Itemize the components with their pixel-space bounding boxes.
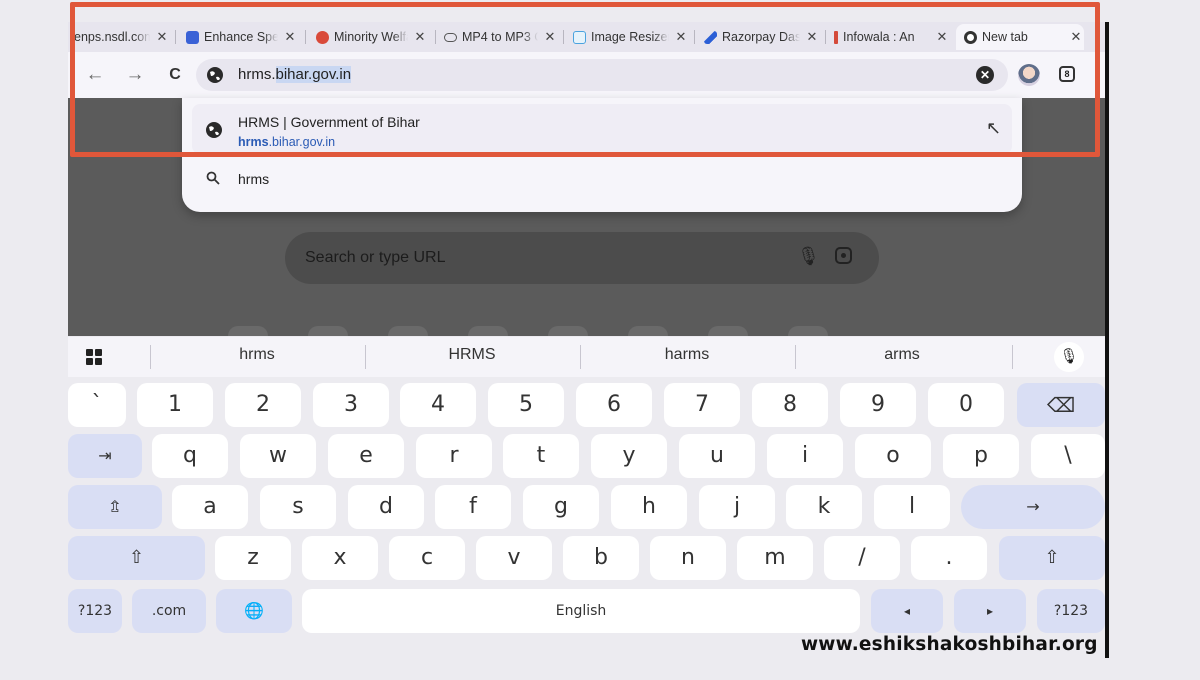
key-w[interactable]: w	[240, 434, 316, 478]
key-j[interactable]: j	[699, 485, 775, 529]
key-i[interactable]: i	[767, 434, 843, 478]
key-v[interactable]: v	[476, 536, 552, 580]
keyboard-suggestion[interactable]: harms	[617, 346, 757, 364]
apps-grid-icon[interactable]	[86, 349, 102, 365]
suggestion-search-hrms[interactable]: hrms	[192, 160, 1012, 200]
key-a[interactable]: a	[172, 485, 248, 529]
key-l[interactable]: l	[874, 485, 950, 529]
key-o[interactable]: o	[855, 434, 931, 478]
space-bar[interactable]: English	[302, 589, 860, 633]
globe-language-icon[interactable]: 🌐	[216, 589, 292, 633]
key-0[interactable]: 0	[928, 383, 1004, 427]
shortcut-tile[interactable]	[388, 326, 428, 336]
key-8[interactable]: 8	[752, 383, 828, 427]
key-1[interactable]: 1	[137, 383, 213, 427]
key-backslash[interactable]: \	[1031, 434, 1105, 478]
key-f[interactable]: f	[435, 485, 511, 529]
shortcut-tile[interactable]	[468, 326, 508, 336]
key-q[interactable]: q	[152, 434, 228, 478]
key-g[interactable]: g	[523, 485, 599, 529]
key-5[interactable]: 5	[488, 383, 564, 427]
key-e[interactable]: e	[328, 434, 404, 478]
shortcut-tile[interactable]	[548, 326, 588, 336]
tab-key[interactable]: ⇥	[68, 434, 142, 478]
key-x[interactable]: x	[302, 536, 378, 580]
key-c[interactable]: c	[389, 536, 465, 580]
key-m[interactable]: m	[737, 536, 813, 580]
keyboard-suggestion[interactable]: arms	[832, 346, 972, 364]
key-7[interactable]: 7	[664, 383, 740, 427]
cursor-left-key[interactable]: ◂	[871, 589, 943, 633]
symbols-key-right[interactable]: ?123	[1037, 589, 1105, 633]
key-y[interactable]: y	[591, 434, 667, 478]
ntp-search-placeholder: Search or type URL	[305, 249, 446, 266]
key-n[interactable]: n	[650, 536, 726, 580]
shortcut-tile[interactable]	[708, 326, 748, 336]
highlight-annotation-box	[70, 2, 1100, 157]
shortcut-tile[interactable]	[788, 326, 828, 336]
ntp-search-box[interactable]: Search or type URL 🎙	[285, 232, 879, 284]
key-t[interactable]: t	[503, 434, 579, 478]
key-4[interactable]: 4	[400, 383, 476, 427]
key-d[interactable]: d	[348, 485, 424, 529]
key-b[interactable]: b	[563, 536, 639, 580]
backspace-key[interactable]: ⌫	[1017, 383, 1105, 427]
symbols-key[interactable]: ?123	[68, 589, 122, 633]
search-icon	[206, 171, 220, 185]
mic-icon[interactable]: 🎙	[797, 246, 820, 267]
caps-lock-key[interactable]: ⇬	[68, 485, 162, 529]
key-s[interactable]: s	[260, 485, 336, 529]
voice-input-icon[interactable]: 🎙	[1054, 342, 1084, 372]
shortcut-tile[interactable]	[628, 326, 668, 336]
keyboard-suggestion-bar: hrms HRMS harms arms 🎙	[68, 337, 1105, 377]
key-r[interactable]: r	[416, 434, 492, 478]
shift-left-key[interactable]: ⇧	[68, 536, 205, 580]
key-9[interactable]: 9	[840, 383, 916, 427]
enter-key[interactable]: →	[961, 485, 1105, 529]
on-screen-keyboard: hrms HRMS harms arms 🎙 ` 1 2 3 4 5 6 7 8…	[68, 337, 1105, 657]
key-period[interactable]: .	[911, 536, 987, 580]
key-2[interactable]: 2	[225, 383, 301, 427]
shortcut-tile[interactable]	[308, 326, 348, 336]
key-u[interactable]: u	[679, 434, 755, 478]
cursor-right-key[interactable]: ▸	[954, 589, 1026, 633]
lens-icon[interactable]	[835, 247, 852, 264]
dotcom-key[interactable]: .com	[132, 589, 206, 633]
key-h[interactable]: h	[611, 485, 687, 529]
watermark-text: www.eshikshakoshbihar.org	[801, 634, 1098, 655]
key-6[interactable]: 6	[576, 383, 652, 427]
key-backtick[interactable]: `	[68, 383, 126, 427]
shift-right-key[interactable]: ⇧	[999, 536, 1105, 580]
search-suggestion-text: hrms	[238, 171, 270, 187]
keyboard-suggestion[interactable]: HRMS	[402, 346, 542, 364]
key-z[interactable]: z	[215, 536, 291, 580]
shortcut-tile[interactable]	[228, 326, 268, 336]
key-3[interactable]: 3	[313, 383, 389, 427]
key-p[interactable]: p	[943, 434, 1019, 478]
frame-edge	[1105, 22, 1109, 658]
key-slash[interactable]: /	[824, 536, 900, 580]
keyboard-suggestion[interactable]: hrms	[187, 346, 327, 364]
key-k[interactable]: k	[786, 485, 862, 529]
